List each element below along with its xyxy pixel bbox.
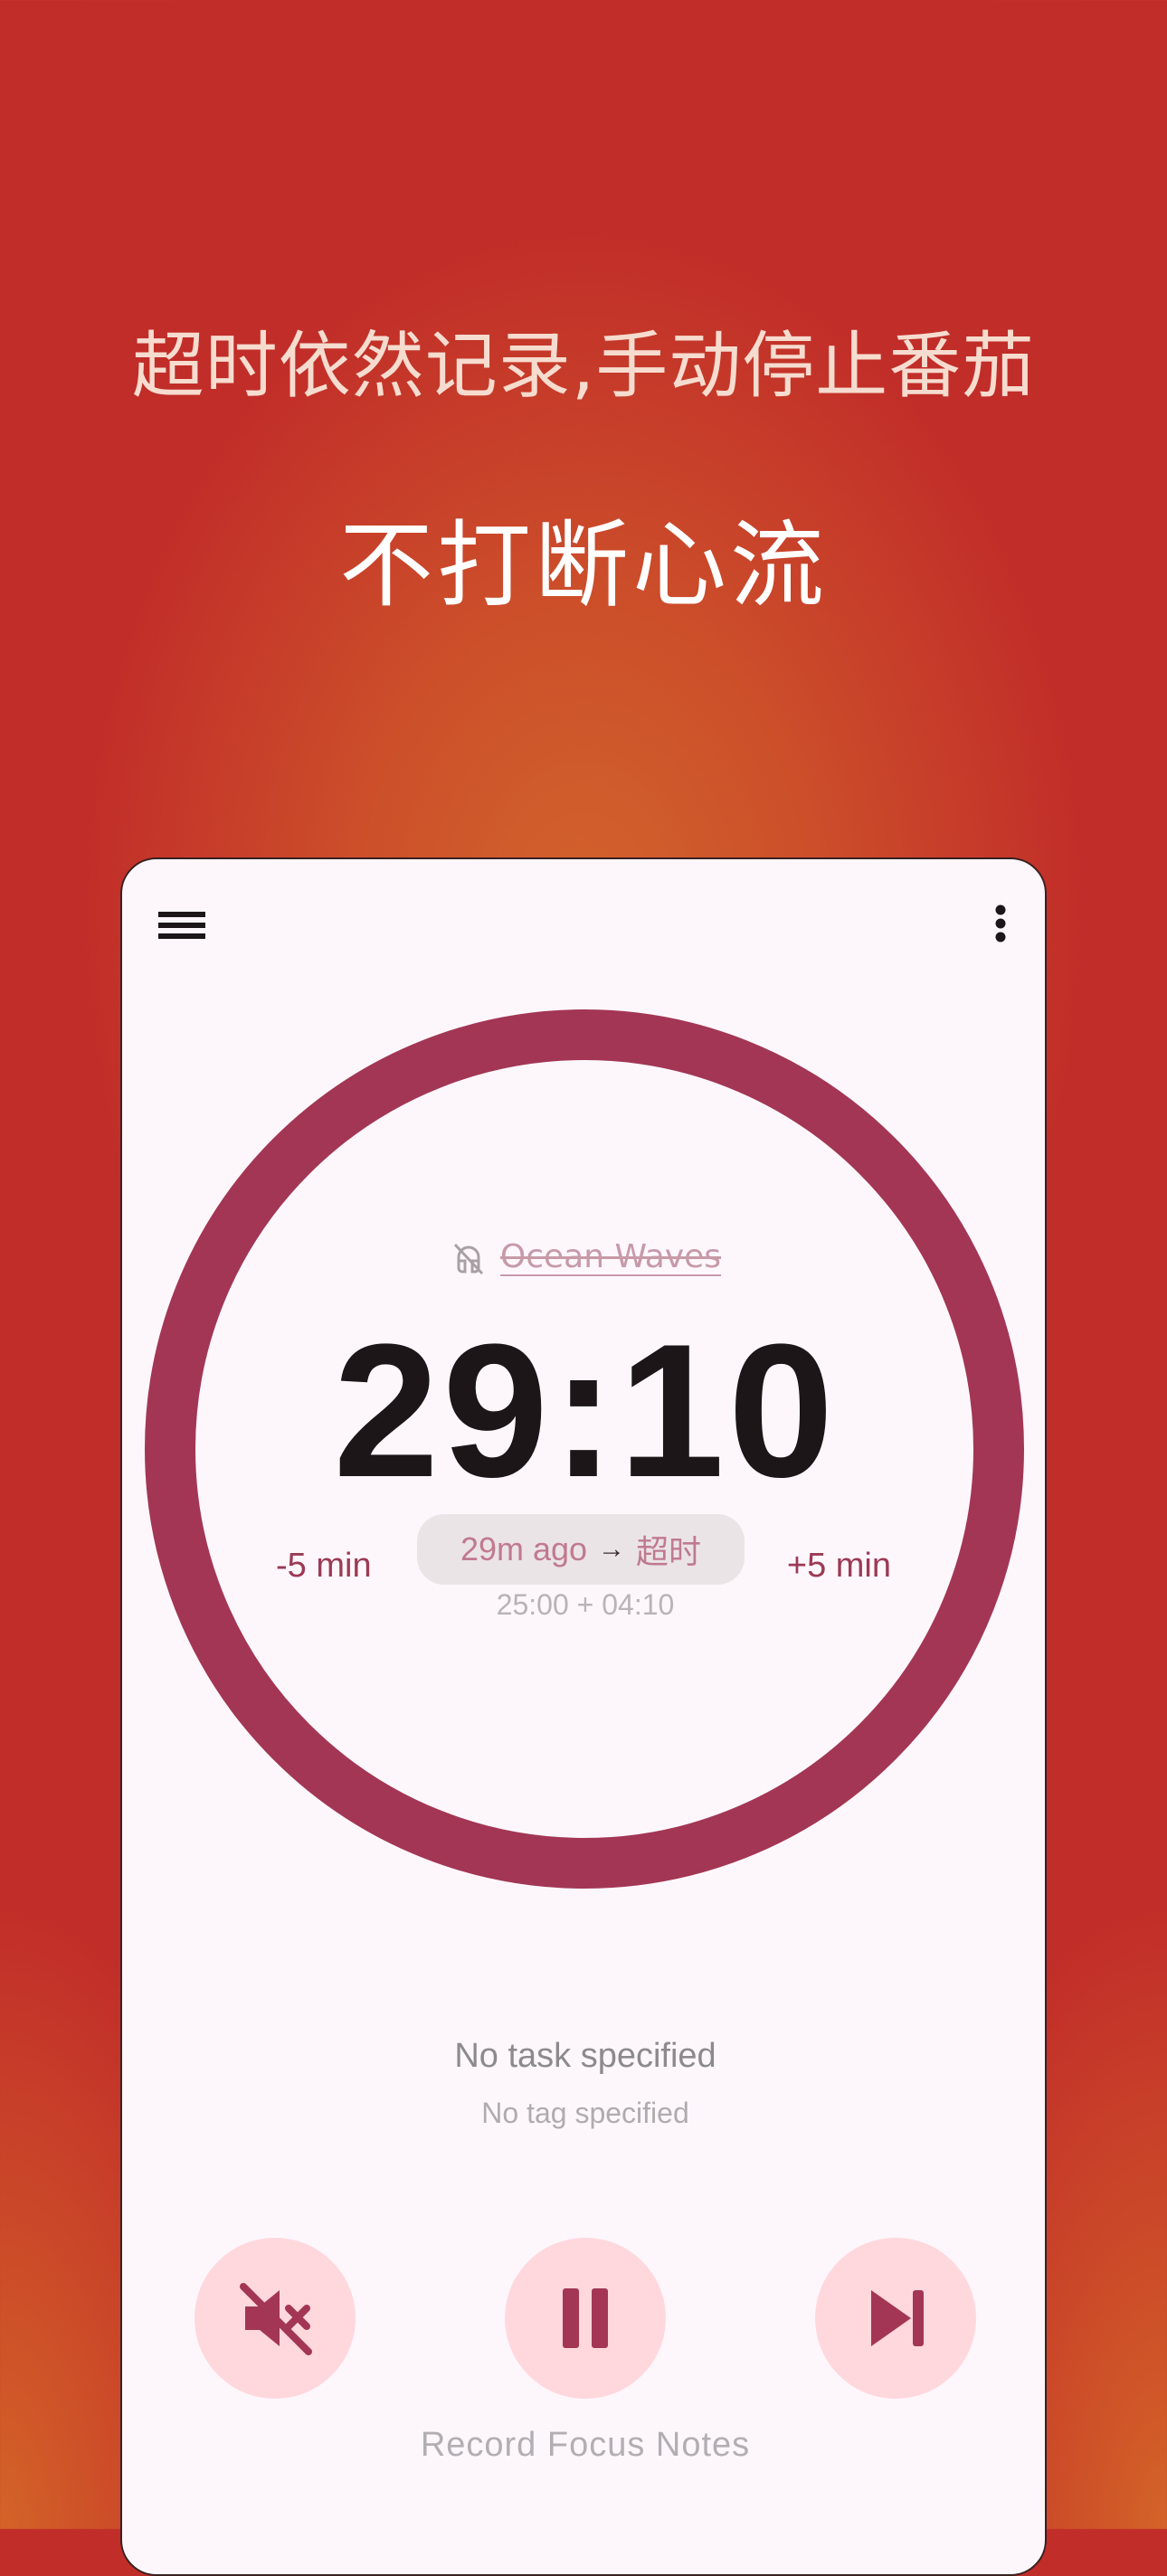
arrow-right-icon: → <box>598 1534 626 1564</box>
promo-title: 不打断心流 <box>338 510 828 620</box>
record-focus-notes-button[interactable]: Record Focus Notes <box>122 2426 1045 2465</box>
music-off-icon <box>453 1243 484 1275</box>
minus-5-min-button[interactable]: -5 min <box>276 1547 372 1586</box>
pause-icon <box>563 2288 608 2348</box>
plus-5-min-button[interactable]: +5 min <box>787 1547 891 1586</box>
overtime-calculation: 25:00 + 04:10 <box>496 1588 675 1621</box>
promo-subtitle: 超时依然记录,手动停止番茄 <box>131 324 1036 408</box>
skip-next-icon <box>871 2290 924 2346</box>
timer-display: 29:10 <box>333 1304 838 1517</box>
overtime-chip[interactable]: 29m ago → 超时 <box>417 1514 745 1585</box>
pause-button[interactable] <box>505 2238 666 2399</box>
sound-selector[interactable]: Ocean Waves <box>122 1238 1045 1285</box>
task-label[interactable]: No task specified <box>122 2037 1045 2076</box>
volume-off-icon <box>240 2283 312 2355</box>
mute-button[interactable] <box>194 2238 356 2399</box>
tag-label[interactable]: No tag specified <box>122 2097 1045 2130</box>
overtime-status: 超时 <box>636 1533 702 1570</box>
app-screen: Ocean Waves 29:10 -5 min +5 min 29m ago … <box>120 857 1047 2576</box>
elapsed-ago: 29m ago <box>460 1530 588 1567</box>
sound-name: Ocean Waves <box>499 1238 722 1276</box>
skip-button[interactable] <box>815 2238 976 2399</box>
